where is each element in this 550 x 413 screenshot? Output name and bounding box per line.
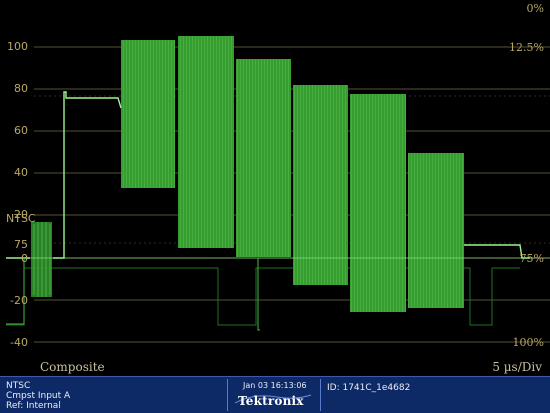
right-label-100-percent: 100% <box>512 336 544 349</box>
scale-label-40: 40 <box>14 166 28 179</box>
reference-text: Ref: Internal <box>6 401 61 411</box>
scale-label-60: 60 <box>14 124 28 137</box>
status-divider <box>320 379 321 411</box>
right-label-75-percent: 75% <box>519 252 544 265</box>
scale-label-0: 0 <box>21 252 28 265</box>
graticule-dashed-lines <box>34 95 550 244</box>
right-label-0-percent: 0% <box>526 2 544 15</box>
scale-label-minus20: -20 <box>10 294 28 307</box>
scale-label-ntsc: NTSC <box>6 212 36 225</box>
display-mode-label: Composite <box>40 360 105 374</box>
chroma-texture <box>121 36 464 312</box>
scale-label-100: 100 <box>7 40 28 53</box>
scale-label-75: 75 <box>14 238 28 251</box>
timestamp-text: Jan 03 16:13:06 <box>243 381 307 390</box>
right-label-12-5-percent: 12.5% <box>509 41 544 54</box>
input-text: Cmpst Input A <box>6 391 71 401</box>
brand-logo: Tektronix <box>238 394 304 408</box>
standard-text: NTSC <box>6 381 31 391</box>
color-burst <box>31 222 52 297</box>
status-divider <box>227 379 228 411</box>
timebase-label: 5 µs/Div <box>492 360 542 374</box>
graticule-lines <box>34 46 550 343</box>
scale-label-80: 80 <box>14 82 28 95</box>
waveform-display: 100 80 60 40 20 0 NTSC 75 -20 -40 0% 12.… <box>0 0 550 376</box>
id-text: ID: 1741C_1e4682 <box>327 383 411 393</box>
waveform-graticule <box>6 36 550 343</box>
scale-label-minus40: -40 <box>10 336 28 349</box>
